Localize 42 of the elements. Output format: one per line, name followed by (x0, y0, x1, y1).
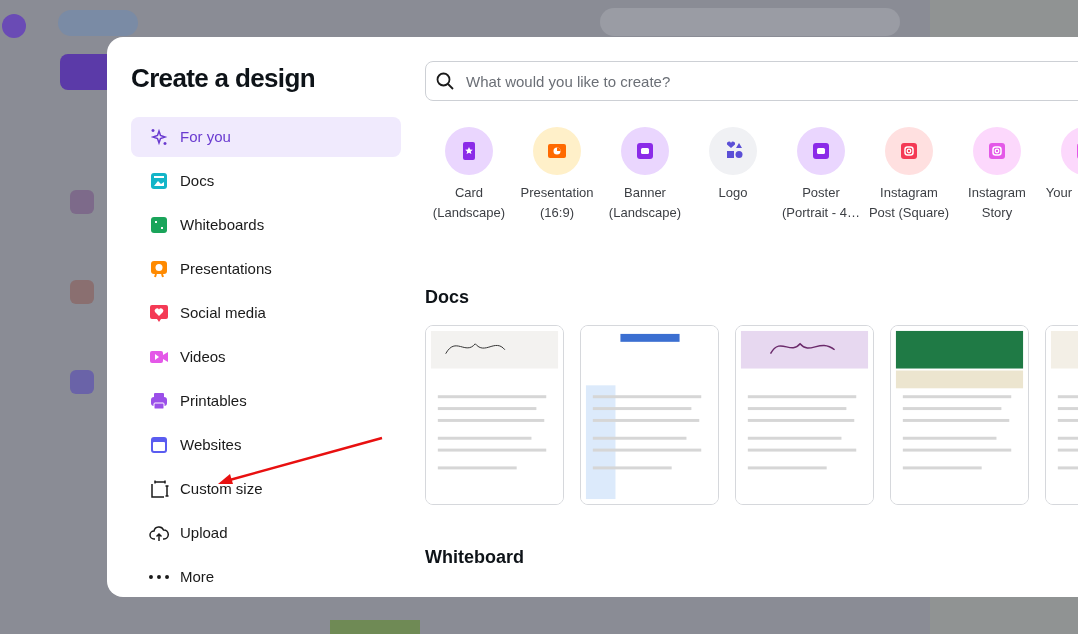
category-item[interactable]: Whiteboards (131, 205, 401, 245)
template-thumbnail[interactable] (735, 325, 874, 505)
category-item[interactable]: Custom size (131, 469, 401, 509)
whiteboard-icon (149, 215, 169, 235)
cloud-upload-icon (149, 523, 169, 543)
blurred-tile (70, 190, 94, 214)
template-thumbnail[interactable] (890, 325, 1029, 505)
design-type-button[interactable]: Logo (689, 127, 777, 223)
section-heading: Whiteboard (425, 546, 525, 569)
heart-icon (149, 303, 169, 323)
browser-window-icon (149, 435, 169, 455)
template-thumbnail[interactable] (580, 325, 719, 505)
category-item[interactable]: More (131, 557, 401, 597)
more-icon (149, 575, 169, 579)
sparkle-icon (149, 127, 169, 147)
dialog-title: Create a design (131, 62, 316, 95)
category-item[interactable]: Presentations (131, 249, 401, 289)
category-item[interactable]: Videos (131, 337, 401, 377)
design-type-button[interactable]: Instagram Post (Square) (865, 127, 953, 223)
search-icon (435, 71, 455, 91)
design-type-button[interactable]: Your (1041, 127, 1078, 223)
design-type-button[interactable]: Card (Landscape) (425, 127, 513, 223)
presentation-icon (149, 259, 169, 279)
blurred-tile (70, 370, 94, 394)
category-item[interactable]: For you (131, 117, 401, 157)
resize-icon (149, 479, 169, 499)
printer-icon (149, 391, 169, 411)
design-type-button[interactable]: Banner (Landscape) (601, 127, 689, 223)
category-item[interactable]: Upload (131, 513, 401, 553)
section-heading: Docs (425, 286, 470, 309)
design-type-button[interactable]: Instagram Story (953, 127, 1041, 223)
blurred-home-icon (2, 14, 26, 38)
template-thumbnail[interactable] (425, 325, 564, 505)
search-field[interactable]: What would you like to create? (425, 61, 1078, 101)
category-item[interactable]: Websites (131, 425, 401, 465)
category-item[interactable]: Printables (131, 381, 401, 421)
design-type-button[interactable]: Presentation (16:9) (513, 127, 601, 223)
category-item[interactable]: Social media (131, 293, 401, 333)
document-icon (149, 171, 169, 191)
blurred-tile (70, 280, 94, 304)
design-type-button[interactable]: Poster (Portrait - 4… (777, 127, 865, 223)
category-item[interactable]: Docs (131, 161, 401, 201)
